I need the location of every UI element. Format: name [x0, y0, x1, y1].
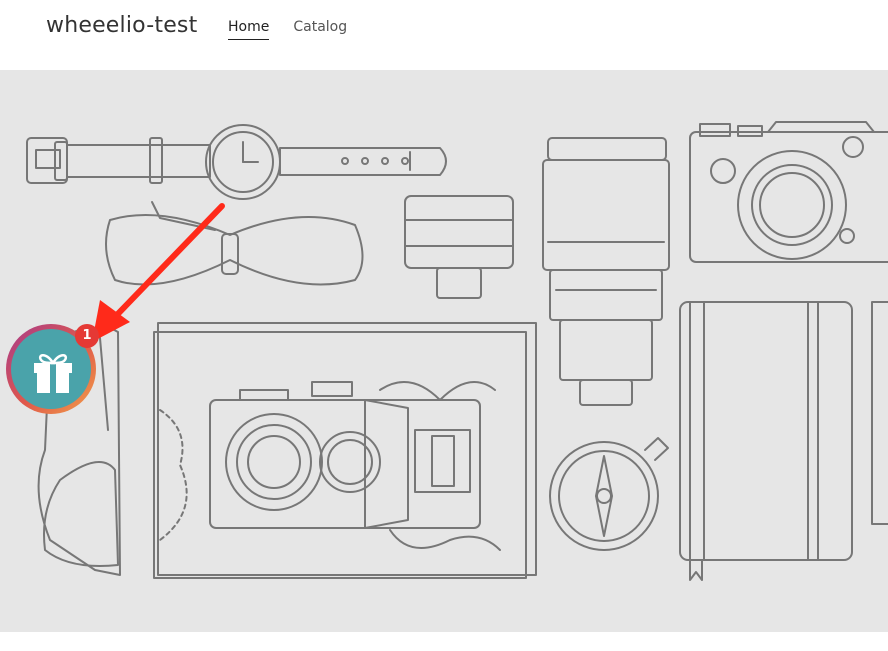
site-header: wheeelio-test Home Catalog: [0, 0, 888, 70]
nav-catalog[interactable]: Catalog: [293, 19, 347, 40]
hero-banner: [0, 70, 888, 632]
gift-widget-button[interactable]: 1: [6, 324, 99, 414]
annotation-arrow: [92, 203, 225, 342]
gift-icon: [34, 354, 72, 393]
page-bottom-band: [0, 632, 888, 651]
nav-home[interactable]: Home: [228, 19, 270, 40]
gift-count-badge: 1: [75, 324, 99, 348]
main-nav: Home Catalog: [228, 19, 347, 40]
store-logo[interactable]: wheeelio-test: [46, 13, 197, 38]
